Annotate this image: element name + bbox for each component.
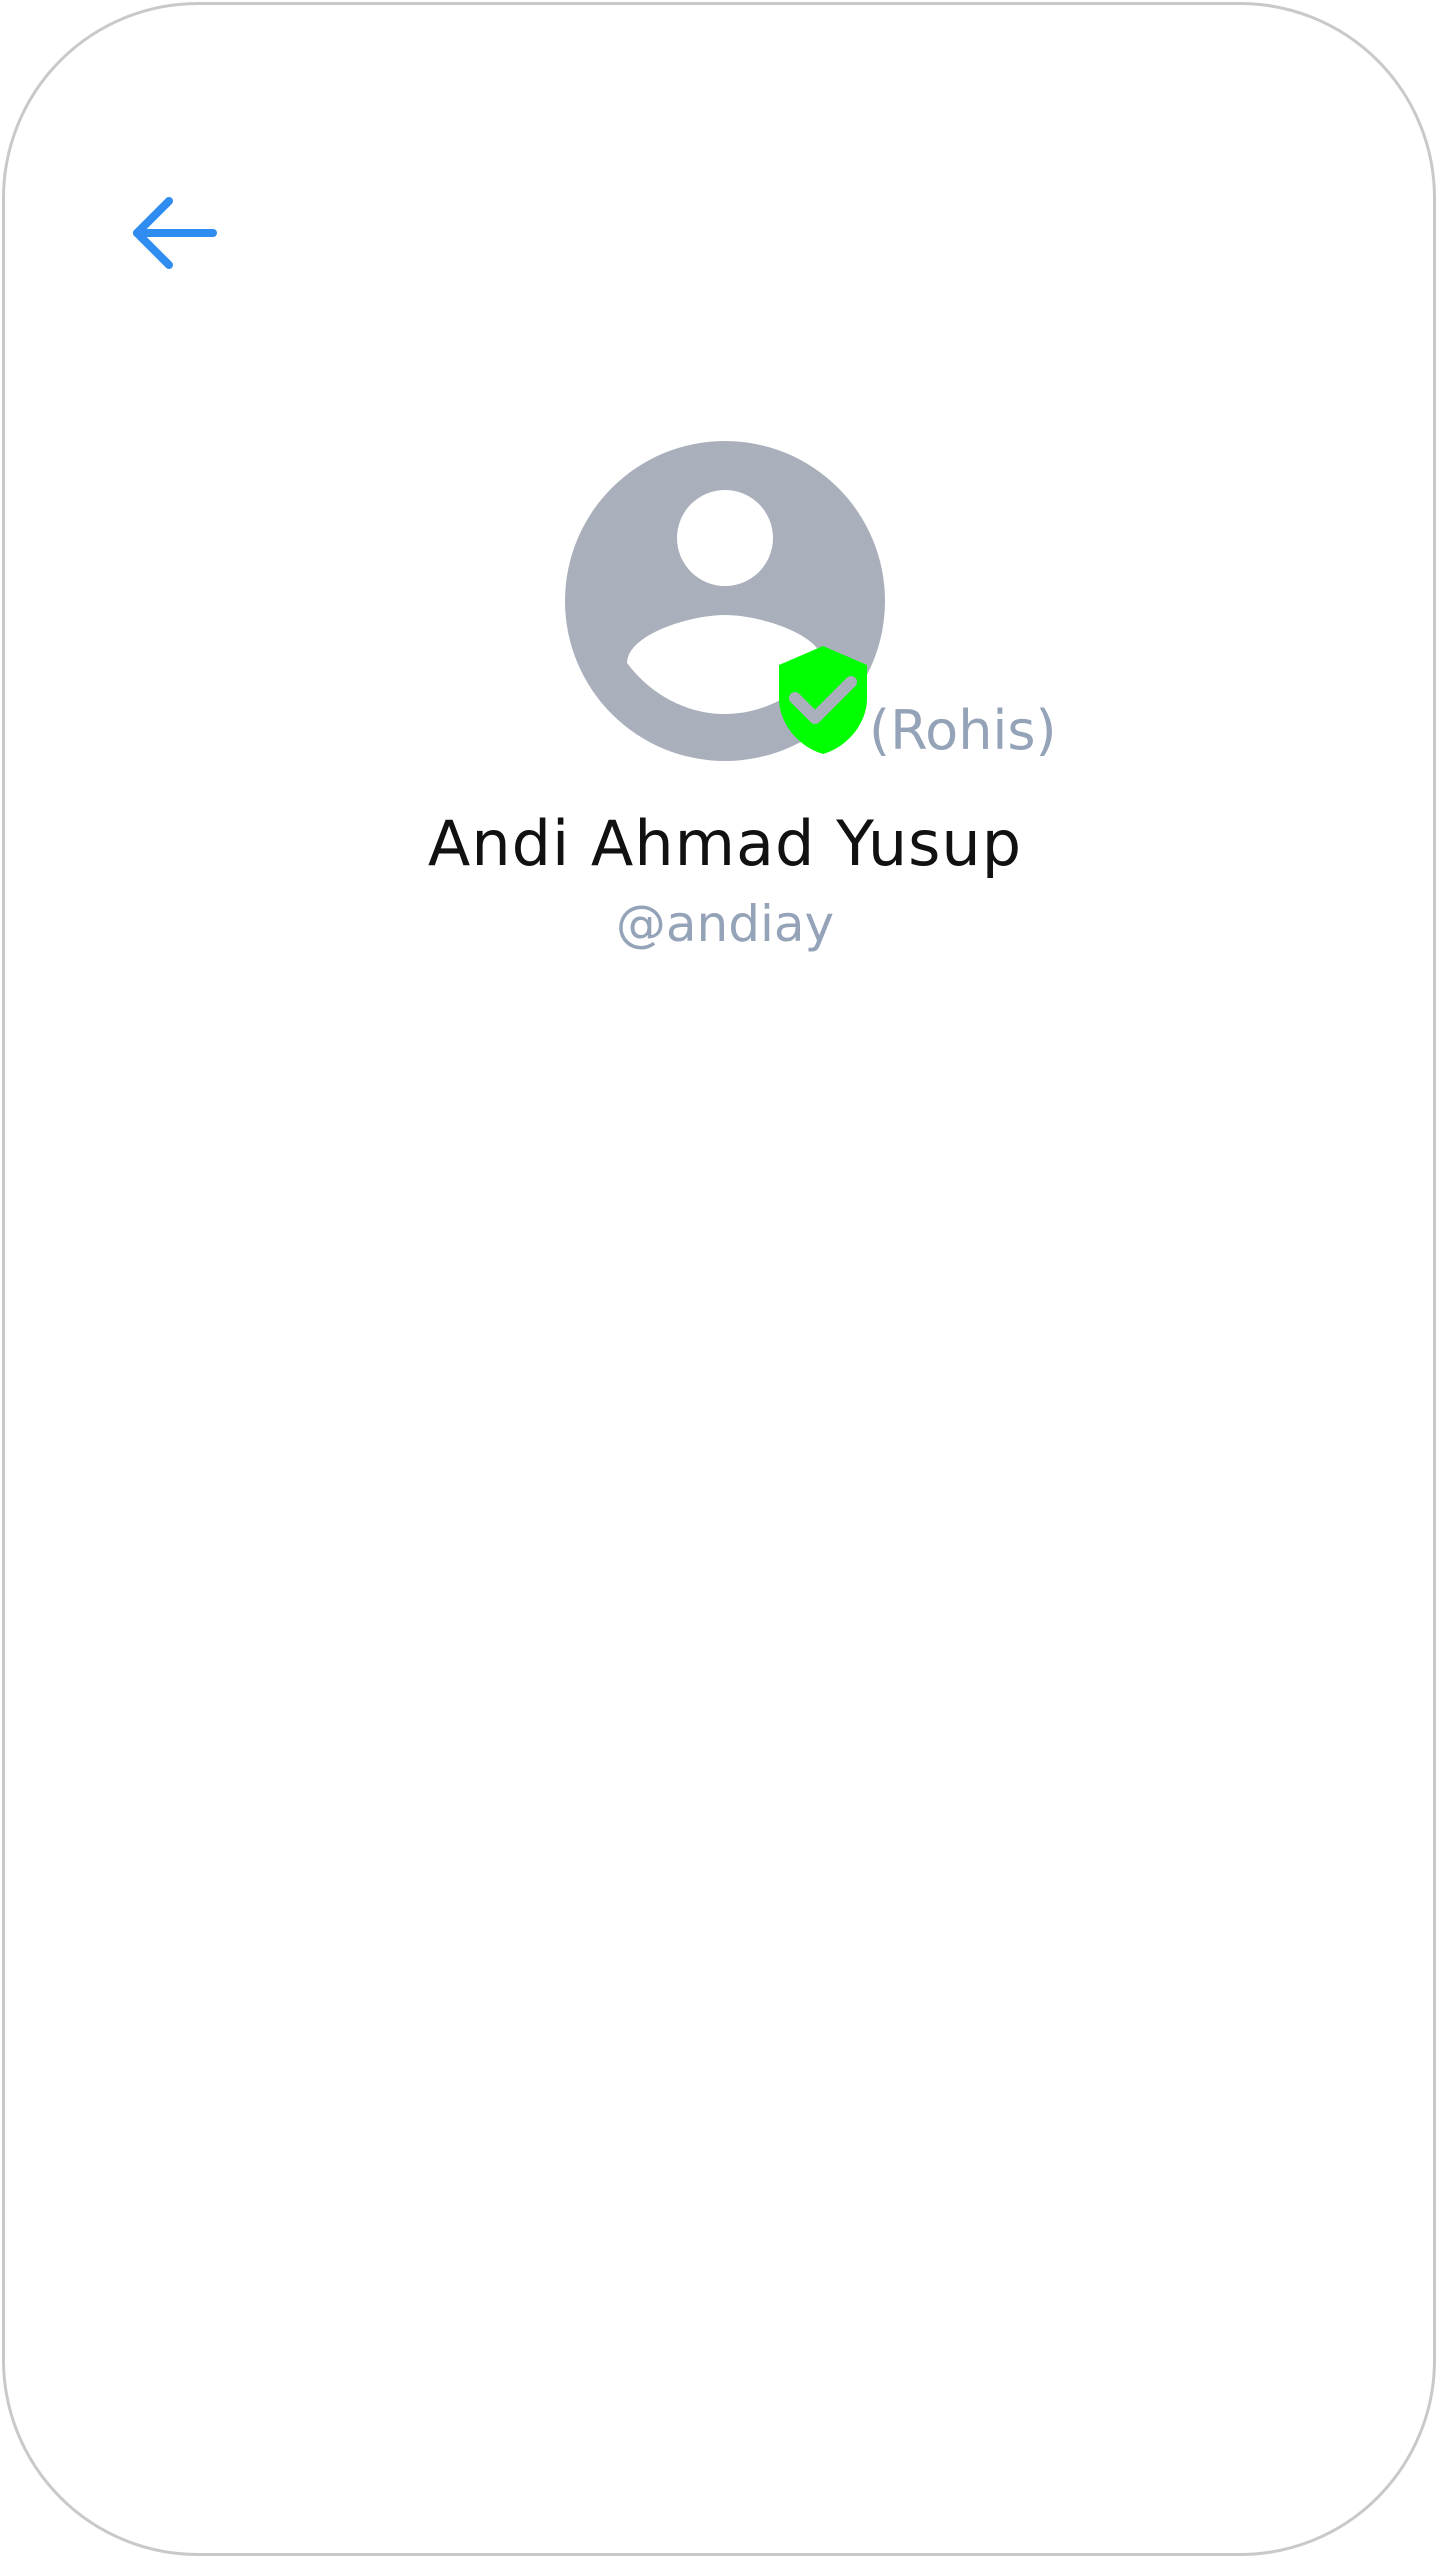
profile-avatar-container <box>563 439 887 763</box>
shield-check-icon <box>779 646 867 754</box>
role-label: (Rohis) <box>869 699 1057 762</box>
arrow-left-icon <box>133 197 217 269</box>
profile-name: Andi Ahmad Yusup <box>427 807 1023 880</box>
back-button[interactable] <box>117 185 227 281</box>
phone-frame: (Rohis) Andi Ahmad Yusup @andiay <box>2 2 1436 2556</box>
profile-username: @andiay <box>615 895 835 953</box>
